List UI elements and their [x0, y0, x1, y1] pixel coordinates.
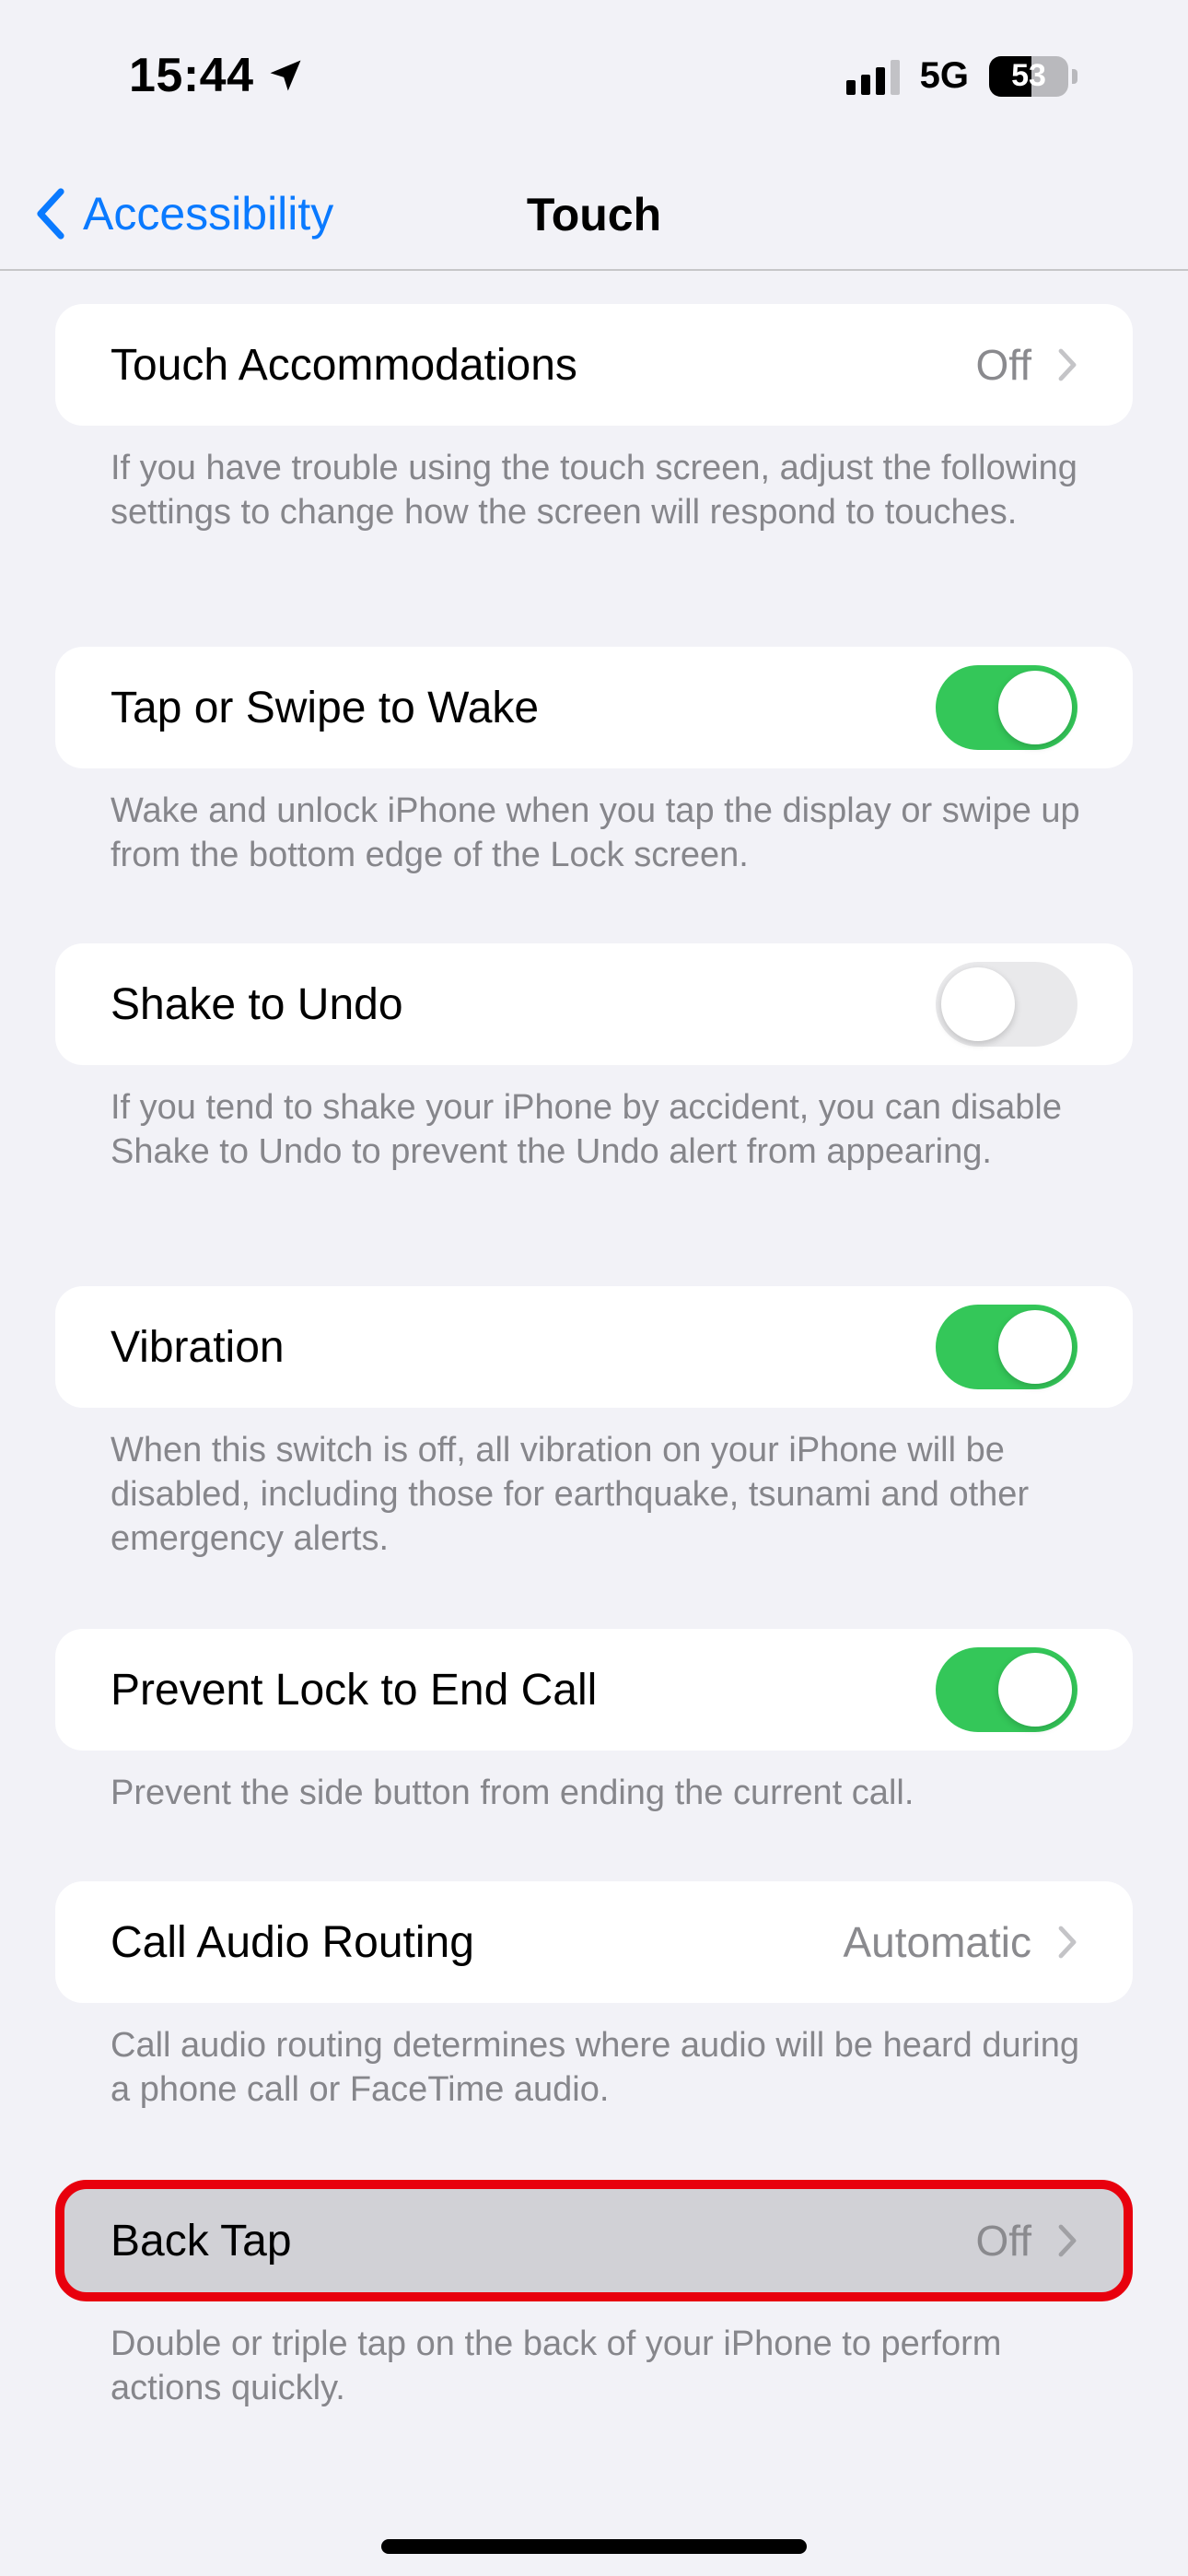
toggle-knob [998, 671, 1072, 744]
call-audio-routing-value: Automatic [843, 1918, 1031, 1966]
navigation-bar: Accessibility Touch [0, 157, 1188, 271]
vibration-row: Vibration [55, 1286, 1133, 1408]
shake-to-undo-label: Shake to Undo [111, 979, 403, 1029]
chevron-right-icon [1058, 348, 1077, 381]
battery-icon: 53 [989, 55, 1068, 97]
network-type: 5G [919, 55, 969, 96]
shake-to-undo-row: Shake to Undo [55, 943, 1133, 1065]
shake-to-undo-footer: If you tend to shake your iPhone by acci… [111, 1088, 1062, 1171]
prevent-lock-toggle[interactable] [936, 1647, 1077, 1732]
shake-to-undo-toggle[interactable] [936, 962, 1077, 1047]
back-tap-footer: Double or triple tap on the back of your… [111, 2324, 1002, 2407]
prevent-lock-footer: Prevent the side button from ending the … [111, 1774, 914, 1812]
back-tap-value: Off [975, 2217, 1031, 2265]
back-tap-label: Back Tap [111, 2216, 292, 2266]
status-indicators: 5G 53 [845, 55, 1077, 97]
toggle-knob [941, 967, 1015, 1041]
battery-tip [1072, 68, 1077, 84]
call-audio-routing-label: Call Audio Routing [111, 1917, 474, 1967]
status-bar: 15:44 5G 53 [0, 0, 1188, 157]
page-title: Touch [526, 189, 662, 240]
vibration-label: Vibration [111, 1322, 285, 1372]
call-audio-routing-footer: Call audio routing determines where audi… [111, 2026, 1079, 2109]
tap-to-wake-label: Tap or Swipe to Wake [111, 683, 540, 732]
tap-to-wake-row: Tap or Swipe to Wake [55, 647, 1133, 768]
touch-accommodations-value: Off [975, 341, 1031, 389]
call-audio-routing-row[interactable]: Call Audio Routing Automatic [55, 1881, 1133, 2003]
tap-to-wake-toggle[interactable] [936, 665, 1077, 750]
touch-accommodations-footer: If you have trouble using the touch scre… [111, 449, 1077, 532]
battery-percent: 53 [1011, 58, 1046, 93]
chevron-right-icon [1058, 2224, 1077, 2257]
prevent-lock-row: Prevent Lock to End Call [55, 1629, 1133, 1751]
touch-accommodations-row[interactable]: Touch Accommodations Off [55, 304, 1133, 426]
location-arrow-icon [270, 60, 300, 91]
vibration-footer: When this switch is off, all vibration o… [111, 1431, 1030, 1558]
status-time: 15:44 [129, 48, 306, 103]
prevent-lock-label: Prevent Lock to End Call [111, 1665, 598, 1715]
vibration-toggle[interactable] [936, 1305, 1077, 1389]
back-tap-row[interactable]: Back Tap Off [55, 2180, 1133, 2301]
time-label: 15:44 [129, 49, 254, 102]
home-indicator[interactable] [381, 2539, 807, 2554]
chevron-right-icon [1058, 1926, 1077, 1959]
toggle-knob [998, 1310, 1072, 1384]
cellular-signal-icon [845, 58, 900, 95]
tap-to-wake-footer: Wake and unlock iPhone when you tap the … [111, 791, 1080, 874]
touch-accommodations-label: Touch Accommodations [111, 340, 577, 390]
toggle-knob [998, 1653, 1072, 1727]
